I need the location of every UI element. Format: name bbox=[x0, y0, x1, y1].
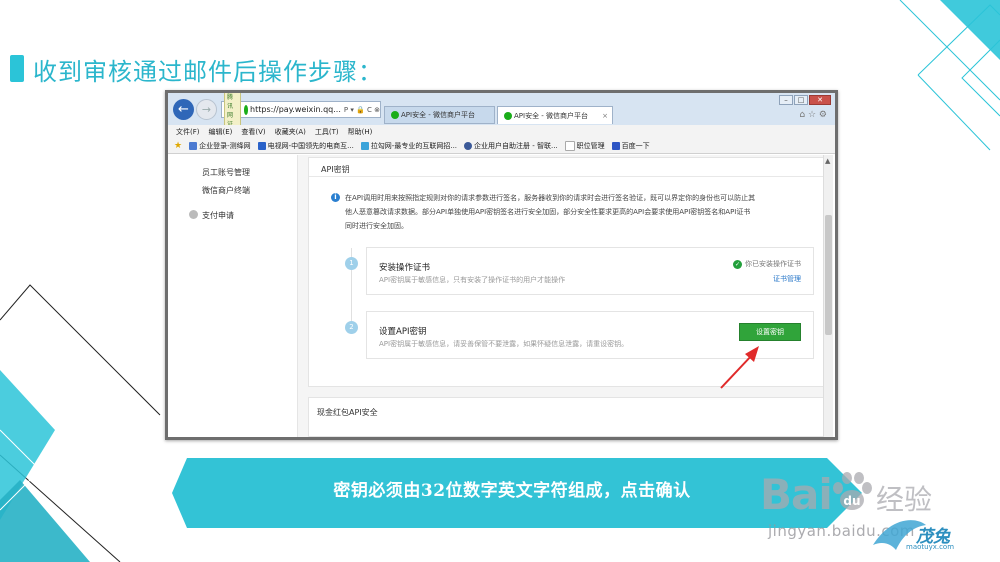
step-2-number: 2 bbox=[345, 321, 358, 334]
close-button[interactable]: ✕ bbox=[809, 95, 831, 105]
info-icon: i bbox=[331, 193, 340, 202]
menu-item-tools[interactable]: 工具(T) bbox=[315, 127, 339, 137]
tab-close-icon[interactable]: × bbox=[602, 112, 608, 120]
step-2-desc: API密钥属于敏感信息，请妥善保管不要泄露，如果怀疑信息泄露，请重设密钥。 bbox=[379, 340, 629, 348]
site-badge: 腾讯网 证 bbox=[224, 93, 241, 129]
wechat-icon bbox=[243, 104, 249, 115]
site-icon bbox=[611, 141, 620, 150]
address-url: https://pay.weixin.qq... bbox=[250, 105, 341, 114]
vertical-scrollbar[interactable]: ▲ bbox=[823, 155, 833, 437]
chat-icon bbox=[189, 210, 198, 219]
menu-item-favorites[interactable]: 收藏夹(A) bbox=[275, 127, 306, 137]
tab-label: API安全 - 微信商户平台 bbox=[401, 111, 476, 119]
menu-item-view[interactable]: 查看(V) bbox=[241, 127, 265, 137]
browser-tab-2[interactable]: API安全 - 微信商户平台 × bbox=[497, 106, 613, 124]
step-1-title: 安装操作证书 bbox=[379, 263, 431, 273]
tab-label: API安全 - 微信商户平台 bbox=[514, 111, 589, 120]
slide-heading: 收到审核通过邮件后操作步骤： bbox=[33, 58, 383, 86]
favorites-star-icon[interactable]: ★ bbox=[174, 141, 182, 151]
favorites-bar: ★ 企业登录-测绛网 电视网-中国领先的电商互... 拉勾网-最专业的互联网招.… bbox=[168, 138, 835, 154]
sidebar-item-payment[interactable]: 支付申请 bbox=[202, 210, 234, 221]
favorite-link-3[interactable]: 拉勾网-最专业的互联网招... bbox=[360, 141, 457, 151]
check-circle-icon: ✓ bbox=[733, 259, 742, 269]
sidebar-item-terminal[interactable]: 微信商户终端 bbox=[202, 185, 250, 196]
favorite-link-5[interactable]: 职位管理 bbox=[564, 140, 605, 151]
heading-accent-bar bbox=[10, 55, 24, 82]
maximize-button[interactable]: □ bbox=[794, 95, 808, 105]
maotu-watermark-url: maotuyx.com bbox=[906, 543, 955, 551]
menu-bar: 文件(F) 编辑(E) 查看(V) 收藏夹(A) 工具(T) 帮助(H) bbox=[168, 125, 835, 138]
menu-item-help[interactable]: 帮助(H) bbox=[348, 127, 373, 137]
favorite-link-2[interactable]: 电视网-中国领先的电商互... bbox=[257, 141, 354, 151]
back-arrow-icon[interactable]: ← bbox=[173, 99, 194, 120]
menu-item-edit[interactable]: 编辑(E) bbox=[209, 127, 233, 137]
wechat-icon bbox=[504, 111, 512, 120]
set-key-button[interactable]: 设置密钥 bbox=[739, 323, 801, 341]
hand-icon bbox=[564, 140, 575, 151]
address-tools-icons[interactable]: P ▾ 🔒 C ⊗ bbox=[344, 106, 380, 114]
address-bar[interactable]: 腾讯网 证 https://pay.weixin.qq... P ▾ 🔒 C ⊗ bbox=[221, 93, 381, 129]
step-2-title: 设置API密钥 bbox=[379, 327, 427, 337]
forward-arrow-icon[interactable]: → bbox=[196, 99, 217, 120]
window-controls: – □ ✕ bbox=[778, 95, 831, 105]
info-text: 在API调用时用来按照指定规则对你的请求参数进行签名，服务器收到你的请求时会进行… bbox=[345, 194, 756, 230]
site-icon bbox=[257, 141, 266, 150]
site-icon bbox=[464, 141, 473, 150]
browser-titlebar: ← → 腾讯网 证 https://pay.weixin.qq... P ▾ 🔒… bbox=[168, 93, 835, 129]
cert-status: ✓ 你已安装操作证书 bbox=[733, 259, 801, 269]
cert-manage-link[interactable]: 证书管理 bbox=[773, 274, 801, 284]
baidu-watermark-logo: Bai bbox=[760, 470, 833, 519]
menu-item-file[interactable]: 文件(F) bbox=[176, 127, 200, 137]
step-1-desc: API密钥属于敏感信息，只有安装了操作证书的用户才能操作 bbox=[379, 276, 566, 284]
minimize-button[interactable]: – bbox=[779, 95, 793, 105]
favorite-link-1[interactable]: 企业登录-测绛网 bbox=[189, 141, 251, 151]
site-icon bbox=[360, 141, 369, 150]
annotation-arrow-icon bbox=[720, 346, 759, 389]
sidebar: 员工账号管理 微信商户终端 支付申请 bbox=[168, 155, 298, 437]
step-1-number: 1 bbox=[345, 257, 358, 270]
svg-text:du: du bbox=[843, 494, 860, 508]
panel-title: API密钥 bbox=[309, 158, 827, 177]
sidebar-item-staff[interactable]: 员工账号管理 bbox=[202, 167, 250, 178]
wechat-icon bbox=[391, 111, 399, 119]
favorite-link-6[interactable]: 百度一下 bbox=[611, 141, 650, 151]
site-icon bbox=[189, 141, 198, 150]
step-1-card: 安装操作证书 API密钥属于敏感信息，只有安装了操作证书的用户才能操作 ✓ 你已… bbox=[366, 247, 814, 295]
browser-tab-1[interactable]: API安全 - 微信商户平台 bbox=[384, 106, 495, 124]
toolbar-icons[interactable]: ⌂ ☆ ⚙ bbox=[799, 110, 827, 120]
red-packet-api-panel: 现金红包API安全 bbox=[308, 397, 828, 437]
favorite-link-4[interactable]: 企业用户自助注册 - 智联... bbox=[464, 141, 558, 151]
caption-text: 密钥必须由32位数字英文字符组成，点击确认 bbox=[333, 481, 691, 501]
scroll-up-icon[interactable]: ▲ bbox=[825, 157, 830, 165]
scroll-thumb[interactable] bbox=[825, 215, 832, 335]
